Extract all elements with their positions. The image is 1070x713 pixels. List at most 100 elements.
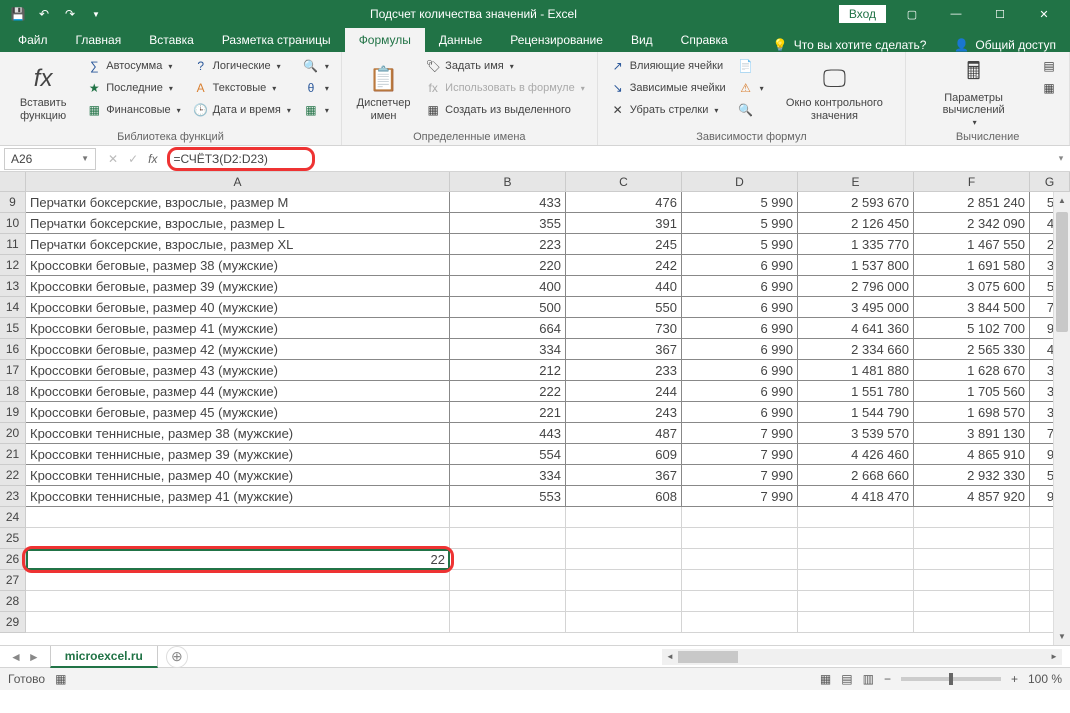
tab-view[interactable]: Вид: [617, 28, 667, 52]
zoom-in-icon[interactable]: +: [1011, 672, 1018, 686]
cell[interactable]: 440: [566, 276, 682, 297]
cell[interactable]: [798, 612, 914, 633]
column-header[interactable]: E: [798, 172, 914, 192]
math-button[interactable]: θ▾: [299, 78, 333, 98]
cell[interactable]: Кроссовки беговые, размер 39 (мужские): [26, 276, 450, 297]
logical-button[interactable]: ?Логические▾: [189, 56, 295, 76]
cell[interactable]: Кроссовки теннисные, размер 38 (мужские): [26, 423, 450, 444]
cell[interactable]: 334: [450, 339, 566, 360]
cell[interactable]: [566, 507, 682, 528]
cell[interactable]: 400: [450, 276, 566, 297]
row-header[interactable]: 22: [0, 465, 26, 486]
error-check-button[interactable]: ⚠▾: [734, 78, 768, 98]
cell[interactable]: 1 691 580: [914, 255, 1030, 276]
tab-home[interactable]: Главная: [62, 28, 136, 52]
cell[interactable]: [798, 549, 914, 570]
cell[interactable]: 243: [566, 402, 682, 423]
cell[interactable]: 2 851 240: [914, 192, 1030, 213]
cell[interactable]: [26, 612, 450, 633]
cell[interactable]: Кроссовки теннисные, размер 40 (мужские): [26, 465, 450, 486]
row-header[interactable]: 20: [0, 423, 26, 444]
cell[interactable]: 6 990: [682, 402, 798, 423]
minimize-icon[interactable]: —: [938, 2, 974, 26]
cell[interactable]: 5 990: [682, 192, 798, 213]
insert-function-button[interactable]: fx Вставить функцию: [8, 56, 78, 129]
signin-button[interactable]: Вход: [839, 5, 886, 23]
sheet-tab[interactable]: microexcel.ru: [50, 645, 158, 668]
cell[interactable]: Кроссовки теннисные, размер 41 (мужские): [26, 486, 450, 507]
cell[interactable]: [682, 528, 798, 549]
row-header[interactable]: 25: [0, 528, 26, 549]
cell[interactable]: Кроссовки беговые, размер 43 (мужские): [26, 360, 450, 381]
column-header[interactable]: G: [1030, 172, 1070, 192]
cell[interactable]: 5 102 700: [914, 318, 1030, 339]
cell[interactable]: 553: [450, 486, 566, 507]
cell[interactable]: [914, 507, 1030, 528]
vertical-scrollbar[interactable]: ▲ ▼: [1053, 192, 1070, 645]
cell[interactable]: Кроссовки беговые, размер 38 (мужские): [26, 255, 450, 276]
cell[interactable]: 2 668 660: [798, 465, 914, 486]
cell[interactable]: 7 990: [682, 444, 798, 465]
cell[interactable]: 2 126 450: [798, 213, 914, 234]
cell[interactable]: 6 990: [682, 276, 798, 297]
cell[interactable]: 367: [566, 339, 682, 360]
cell[interactable]: 355: [450, 213, 566, 234]
cell[interactable]: 1 628 670: [914, 360, 1030, 381]
tab-formulas[interactable]: Формулы: [345, 28, 425, 52]
cell[interactable]: 3 844 500: [914, 297, 1030, 318]
cancel-icon[interactable]: ✕: [108, 152, 118, 166]
cell[interactable]: 4 641 360: [798, 318, 914, 339]
row-header[interactable]: 24: [0, 507, 26, 528]
cell[interactable]: 22: [26, 549, 450, 570]
show-formulas-button[interactable]: 📄: [734, 56, 768, 76]
view-page-icon[interactable]: ▤: [841, 672, 852, 686]
recent-button[interactable]: ★Последние▾: [82, 78, 184, 98]
sheet-nav-prev-icon[interactable]: ◄: [10, 650, 22, 664]
text-button[interactable]: AТекстовые▾: [189, 78, 295, 98]
cell[interactable]: [682, 507, 798, 528]
cell[interactable]: [682, 612, 798, 633]
scroll-left-icon[interactable]: ◄: [662, 649, 678, 665]
cell[interactable]: 1 335 770: [798, 234, 914, 255]
row-header[interactable]: 14: [0, 297, 26, 318]
undo-icon[interactable]: ↶: [32, 2, 56, 26]
enter-icon[interactable]: ✓: [128, 152, 138, 166]
view-normal-icon[interactable]: ▦: [820, 672, 831, 686]
scroll-right-icon[interactable]: ►: [1046, 649, 1062, 665]
row-header[interactable]: 15: [0, 318, 26, 339]
cell[interactable]: 1 544 790: [798, 402, 914, 423]
lookup-button[interactable]: 🔍▾: [299, 56, 333, 76]
cell[interactable]: 242: [566, 255, 682, 276]
cell[interactable]: 487: [566, 423, 682, 444]
chevron-down-icon[interactable]: ▼: [81, 154, 89, 163]
cell[interactable]: [450, 612, 566, 633]
cell[interactable]: 6 990: [682, 297, 798, 318]
create-from-selection-button[interactable]: ▦Создать из выделенного: [421, 100, 589, 120]
cell[interactable]: 1 537 800: [798, 255, 914, 276]
cell[interactable]: [450, 591, 566, 612]
cell[interactable]: 2 932 330: [914, 465, 1030, 486]
cell[interactable]: 1 481 880: [798, 360, 914, 381]
cell[interactable]: 3 891 130: [914, 423, 1030, 444]
cell[interactable]: 5 990: [682, 213, 798, 234]
cell[interactable]: [798, 507, 914, 528]
row-header[interactable]: 18: [0, 381, 26, 402]
cell[interactable]: [798, 528, 914, 549]
watch-window-button[interactable]: 🖵 Окно контрольного значения: [772, 56, 898, 129]
row-header[interactable]: 17: [0, 360, 26, 381]
cell[interactable]: 443: [450, 423, 566, 444]
horizontal-scrollbar[interactable]: ◄ ►: [662, 649, 1062, 665]
cell[interactable]: [566, 528, 682, 549]
cell[interactable]: [914, 528, 1030, 549]
cell[interactable]: [682, 549, 798, 570]
cell[interactable]: 476: [566, 192, 682, 213]
cell[interactable]: 221: [450, 402, 566, 423]
cell[interactable]: 212: [450, 360, 566, 381]
cell[interactable]: [26, 528, 450, 549]
hscroll-thumb[interactable]: [678, 651, 738, 663]
datetime-button[interactable]: 🕒Дата и время▾: [189, 100, 295, 120]
cell[interactable]: [450, 507, 566, 528]
cell[interactable]: [566, 591, 682, 612]
cell[interactable]: 664: [450, 318, 566, 339]
cell[interactable]: 3 495 000: [798, 297, 914, 318]
